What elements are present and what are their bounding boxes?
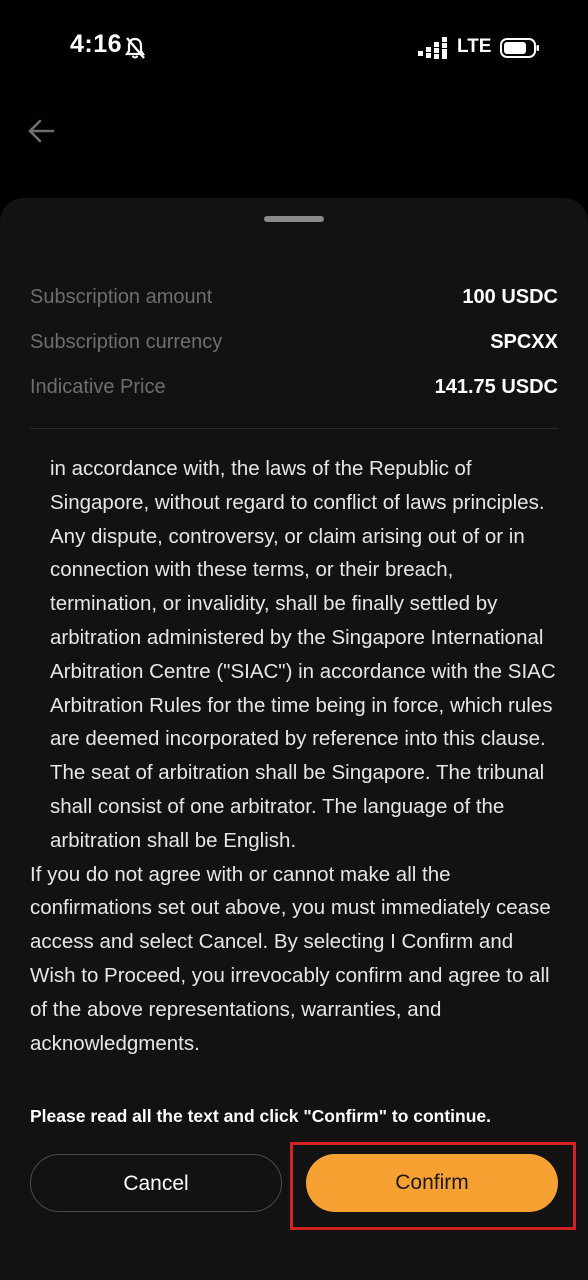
status-time: 4:16 bbox=[70, 30, 123, 58]
terms-clause: in accordance with, the laws of the Repu… bbox=[50, 457, 556, 852]
bell-off-icon bbox=[124, 37, 146, 59]
summary-row-currency: Subscription currency SPCXX bbox=[30, 327, 558, 357]
summary-row-amount: Subscription amount 100 USDC bbox=[30, 282, 558, 312]
summary-row-price: Indicative Price 141.75 USDC bbox=[30, 372, 558, 402]
network-type: LTE bbox=[457, 36, 492, 57]
status-bar: 4:16 LTE bbox=[0, 0, 588, 96]
cancel-button[interactable]: Cancel bbox=[30, 1154, 282, 1212]
signal-icon bbox=[418, 37, 447, 59]
confirm-highlight-box bbox=[290, 1142, 576, 1230]
battery-icon bbox=[500, 38, 539, 58]
summary-label: Subscription currency bbox=[30, 331, 223, 353]
summary-label: Indicative Price bbox=[30, 376, 166, 398]
summary-value: SPCXX bbox=[490, 331, 558, 353]
summary-label: Subscription amount bbox=[30, 286, 213, 308]
summary-value: 141.75 USDC bbox=[434, 376, 558, 398]
terms-closing: If you do not agree with or cannot make … bbox=[30, 862, 551, 1055]
sheet-drag-handle[interactable] bbox=[264, 216, 324, 222]
terms-text[interactable]: in accordance with, the laws of the Repu… bbox=[30, 452, 562, 1060]
confirmation-sheet: Subscription amount 100 USDC Subscriptio… bbox=[0, 198, 588, 1280]
divider bbox=[30, 428, 558, 429]
arrow-left-icon[interactable] bbox=[26, 116, 56, 146]
summary-value: 100 USDC bbox=[462, 286, 558, 308]
read-notice: Please read all the text and click "Conf… bbox=[30, 1106, 492, 1126]
